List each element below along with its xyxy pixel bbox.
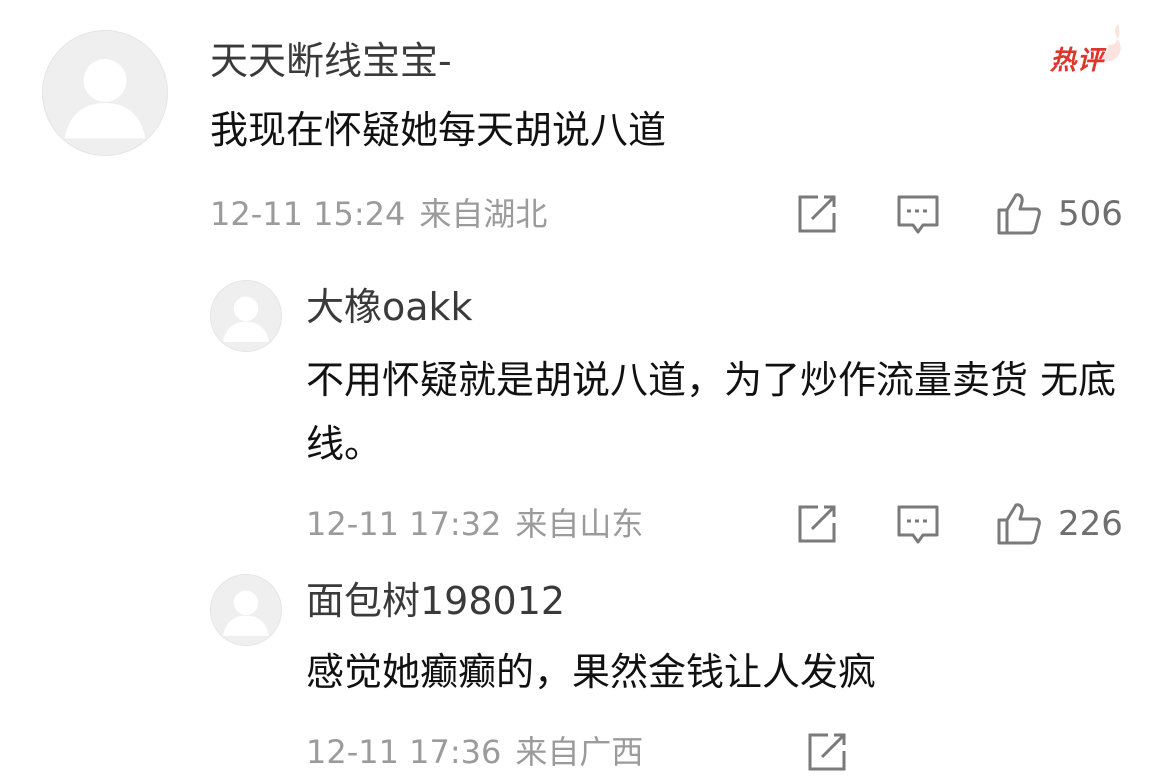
comment-icon	[897, 505, 939, 544]
reply-button[interactable]	[896, 194, 940, 236]
timestamp: 12-11 15:24	[210, 195, 406, 233]
share-button[interactable]	[796, 194, 838, 234]
like-icon	[997, 193, 1041, 235]
comment-meta: 12-11 15:24 来自湖北	[210, 198, 547, 230]
default-avatar-icon	[222, 296, 270, 342]
comment-text: 不用怀疑就是胡说八道，为了炒作流量卖货 无底线。	[306, 358, 1117, 466]
share-icon	[808, 733, 846, 771]
location: 来自湖北	[419, 195, 548, 233]
reply-button[interactable]	[896, 504, 940, 546]
like-icon	[997, 503, 1041, 545]
avatar[interactable]	[210, 280, 282, 352]
username[interactable]: 面包树198012	[306, 582, 565, 620]
default-avatar-icon	[222, 590, 270, 636]
share-button[interactable]	[806, 732, 848, 772]
username[interactable]: 天天断线宝宝-	[210, 42, 452, 80]
avatar[interactable]	[210, 574, 282, 646]
comment-icon	[897, 195, 939, 234]
like-count: 226	[1058, 504, 1123, 544]
share-icon	[798, 505, 836, 543]
timestamp: 12-11 17:32	[306, 505, 502, 543]
default-avatar-icon	[64, 58, 146, 139]
avatar[interactable]	[42, 30, 168, 156]
timestamp: 12-11 17:36	[306, 733, 502, 771]
like-button[interactable]: 226	[996, 502, 1123, 546]
comment-meta: 12-11 17:32 来自山东	[306, 508, 643, 540]
username[interactable]: 大橡oakk	[306, 288, 473, 326]
share-icon	[798, 195, 836, 233]
comment-text: 我现在怀疑她每天胡说八道	[210, 108, 667, 152]
like-count: 506	[1058, 194, 1123, 234]
bottom-fade-overlay	[880, 728, 1170, 783]
hot-comment-badge: 热评	[1050, 46, 1105, 76]
share-button[interactable]	[796, 504, 838, 544]
like-button[interactable]: 506	[996, 192, 1123, 236]
location: 来自广西	[515, 733, 644, 771]
location: 来自山东	[515, 505, 644, 543]
comment-text: 感觉她癫癫的，果然金钱让人发疯	[306, 650, 877, 694]
comment-meta: 12-11 17:36 来自广西	[306, 736, 643, 768]
